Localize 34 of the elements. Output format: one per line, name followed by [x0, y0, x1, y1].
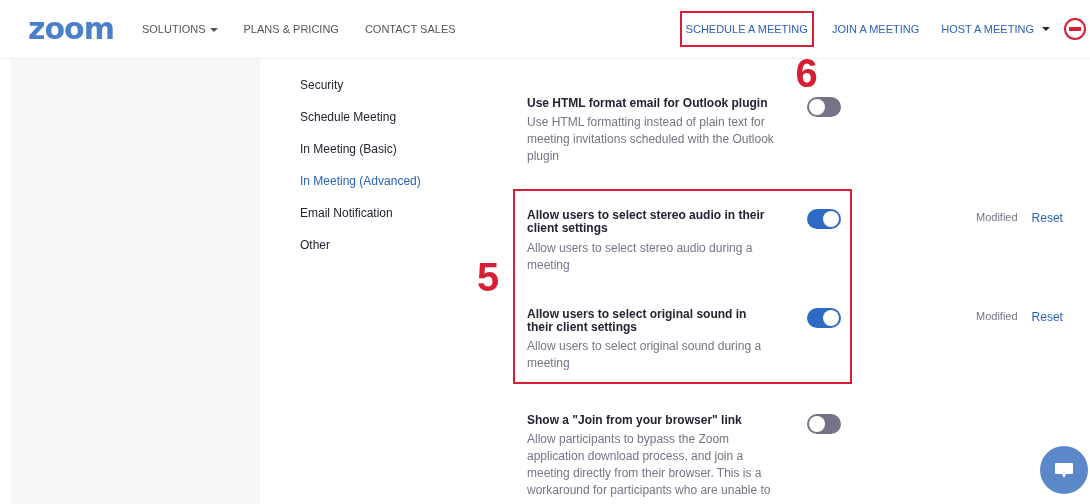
toggle-switch[interactable]: [807, 413, 841, 434]
setting-description: Allow participants to bypass the Zoom application download process, and join a meeting directly from their browser. This is a workaround for participants who are unable to: [527, 431, 772, 500]
nav-link[interactable]: CONTACT SALES: [364, 22, 456, 35]
nav-link[interactable]: JOIN A MEETING: [827, 10, 924, 48]
setting-title: Use HTML format email for Outlook plugin: [527, 97, 769, 111]
chat-icon: [1054, 461, 1074, 480]
sidebar-item[interactable]: Email Notification: [300, 204, 465, 236]
setting-title: Allow users to select stereo audio in their client settings: [527, 209, 766, 236]
sidebar-item[interactable]: Security: [300, 76, 465, 108]
setting-description: Use HTML formatting instead of plain text for meeting invitations scheduled with the Outlook plugin: [527, 114, 775, 166]
reset-link[interactable]: Reset: [1031, 209, 1063, 228]
callout-number: 5: [477, 257, 500, 298]
account-avatar-icon[interactable]: [1064, 18, 1086, 40]
toggle-switch[interactable]: [807, 307, 841, 328]
zoom-logo[interactable]: zoom: [28, 14, 114, 44]
nav-link[interactable]: PLANS & PRICING: [243, 22, 339, 35]
reset-link[interactable]: Reset: [1031, 307, 1063, 326]
sidebar-item[interactable]: In Meeting (Basic): [300, 140, 465, 172]
setting-description: Allow users to select original sound during a meeting: [527, 337, 763, 372]
toggle-switch[interactable]: [807, 97, 841, 117]
setting-description: Allow users to select stereo audio during a meeting: [527, 239, 754, 274]
chat-button[interactable]: [1040, 446, 1088, 494]
sidebar-item[interactable]: Other: [300, 236, 465, 268]
status-text: Modified: [976, 308, 1018, 324]
sidebar-item[interactable]: In Meeting (Advanced): [300, 172, 465, 204]
nav-link[interactable]: HOST A MEETING: [937, 10, 1038, 48]
sidebar-item[interactable]: Schedule Meeting: [300, 108, 465, 140]
callout-number: 6: [795, 52, 818, 93]
toggle-switch[interactable]: [807, 209, 841, 230]
status-text: Modified: [976, 210, 1018, 226]
nav-link[interactable]: SCHEDULE A MEETING: [679, 10, 814, 48]
setting-title: Allow users to select original sound in their client settings: [527, 307, 748, 334]
nav-link[interactable]: SOLUTIONS: [141, 22, 206, 35]
setting-title: Show a "Join from your browser" link: [527, 413, 743, 428]
